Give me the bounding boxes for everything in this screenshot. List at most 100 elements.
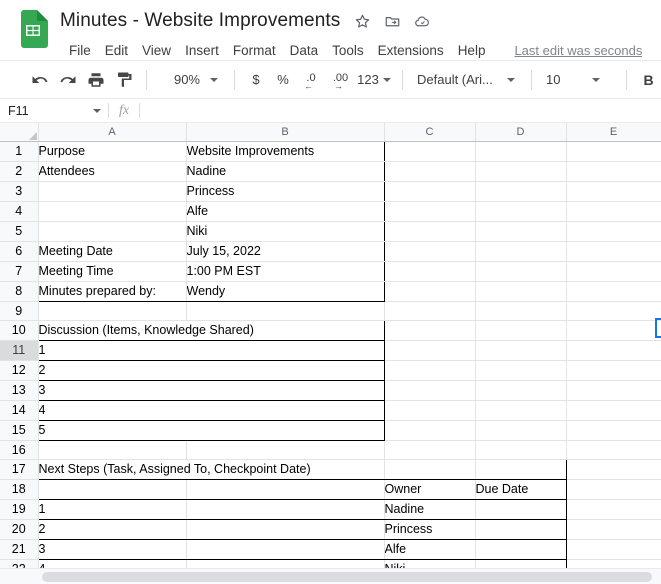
cell-c9[interactable] (384, 301, 476, 321)
cell-e3[interactable] (566, 181, 661, 202)
row-header-12[interactable]: 12 (0, 360, 39, 381)
move-to-folder-icon[interactable] (384, 13, 401, 30)
row-header-1[interactable]: 1 (0, 141, 39, 162)
cell-a4[interactable] (37, 201, 187, 222)
cell-d10[interactable] (475, 320, 567, 341)
row-header-9[interactable]: 9 (0, 301, 39, 321)
horizontal-scrollbar[interactable] (0, 568, 661, 584)
undo-button[interactable] (26, 66, 54, 94)
cell-d16[interactable] (475, 440, 567, 460)
cell-c16[interactable] (384, 440, 476, 460)
cell-d12[interactable] (475, 360, 567, 381)
paint-format-button[interactable] (110, 66, 138, 94)
cell-d15[interactable] (475, 420, 567, 441)
cell-d17[interactable] (474, 458, 567, 480)
document-title[interactable]: Minutes - Website Improvements (60, 10, 340, 32)
cell-d6[interactable] (475, 241, 567, 262)
cell-e20[interactable] (566, 519, 661, 540)
spreadsheet-grid[interactable]: A B C D E 1 Purpose Website Improvements… (0, 123, 661, 584)
cell-a9[interactable] (38, 301, 187, 321)
cell-c13[interactable] (384, 380, 476, 401)
select-all-corner[interactable] (0, 123, 39, 142)
cell-a10-discussion-header[interactable]: Discussion (Items, Knowledge Shared) (37, 319, 385, 341)
row-header-20[interactable]: 20 (0, 519, 39, 540)
cell-b1[interactable]: Website Improvements (186, 140, 385, 162)
column-header-b[interactable]: B (186, 123, 385, 142)
cell-e7[interactable] (566, 261, 661, 282)
name-box-dropdown-button[interactable] (86, 99, 108, 122)
column-header-e[interactable]: E (566, 123, 661, 142)
cell-b4[interactable]: Alfe (186, 201, 385, 222)
cell-d11[interactable] (475, 340, 567, 361)
name-box[interactable]: F11 (0, 99, 86, 122)
row-header-6[interactable]: 6 (0, 241, 39, 262)
font-family-select[interactable]: Default (Ari... (411, 67, 499, 93)
bold-button[interactable]: B (635, 66, 661, 93)
cell-e10[interactable] (566, 320, 661, 341)
cell-a21[interactable]: 3 (37, 539, 187, 560)
menu-item-view[interactable]: View (135, 41, 178, 60)
row-header-18[interactable]: 18 (0, 479, 39, 500)
cell-c7[interactable] (384, 261, 476, 282)
row-header-13[interactable]: 13 (0, 380, 39, 401)
formula-input[interactable] (140, 99, 661, 122)
cell-c4[interactable] (384, 201, 476, 222)
cell-a1[interactable]: Purpose (37, 140, 187, 162)
column-header-a[interactable]: A (38, 123, 187, 142)
cell-c15[interactable] (384, 420, 476, 441)
cell-d8[interactable] (475, 281, 567, 302)
zoom-dropdown-button[interactable] (202, 67, 226, 93)
cell-b20[interactable] (185, 519, 385, 540)
cell-e6[interactable] (566, 241, 661, 262)
cell-b3[interactable]: Princess (186, 181, 385, 202)
cell-a14[interactable]: 4 (37, 400, 385, 421)
cell-b19[interactable] (185, 499, 385, 520)
font-size-select[interactable]: 10 (540, 67, 574, 93)
star-icon[interactable] (354, 13, 371, 30)
row-header-14[interactable]: 14 (0, 400, 39, 421)
cell-b16[interactable] (186, 440, 385, 460)
cell-b5[interactable]: Niki (186, 221, 385, 242)
last-edit-status[interactable]: Last edit was seconds (514, 43, 642, 58)
cell-a17-next-steps-header[interactable]: Next Steps (Task, Assigned To, Checkpoin… (37, 458, 385, 480)
cell-e9[interactable] (566, 301, 661, 321)
cell-a19[interactable]: 1 (37, 499, 187, 520)
cell-a11[interactable]: 1 (37, 340, 385, 361)
font-size-dropdown-button[interactable] (574, 67, 618, 93)
cell-c11[interactable] (384, 340, 476, 361)
cell-c1[interactable] (384, 141, 476, 162)
cell-b7[interactable]: 1:00 PM EST (186, 260, 385, 282)
cell-e4[interactable] (566, 201, 661, 222)
cell-e14[interactable] (566, 400, 661, 421)
row-header-8[interactable]: 8 (0, 281, 39, 302)
menu-item-data[interactable]: Data (283, 41, 326, 60)
font-family-dropdown-button[interactable] (499, 67, 523, 93)
cell-c20[interactable]: Princess (383, 519, 476, 540)
row-header-21[interactable]: 21 (0, 539, 39, 560)
cell-b2[interactable]: Nadine (186, 160, 385, 182)
cell-e19[interactable] (566, 499, 661, 520)
cell-a18[interactable] (37, 479, 187, 500)
cell-e5[interactable] (566, 221, 661, 242)
number-format-button[interactable]: 123 (356, 67, 380, 93)
redo-button[interactable] (54, 66, 82, 94)
cell-e8[interactable] (566, 281, 661, 302)
horizontal-scrollbar-thumb[interactable] (42, 572, 652, 582)
cell-b9[interactable] (186, 301, 385, 321)
cell-a20[interactable]: 2 (37, 519, 187, 540)
cell-e17[interactable] (566, 459, 661, 480)
cell-a13[interactable]: 3 (37, 380, 385, 401)
column-header-d[interactable]: D (475, 123, 567, 142)
print-button[interactable] (82, 66, 110, 94)
decrease-decimal-button[interactable]: .0 ← (297, 66, 325, 94)
cell-d5[interactable] (475, 221, 567, 242)
cell-b6[interactable]: July 15, 2022 (186, 240, 385, 262)
row-header-2[interactable]: 2 (0, 161, 39, 182)
cell-e21[interactable] (566, 539, 661, 560)
cell-a7[interactable]: Meeting Time (37, 260, 187, 282)
row-header-4[interactable]: 4 (0, 201, 39, 222)
cell-d1[interactable] (475, 141, 567, 162)
cell-d2[interactable] (475, 161, 567, 182)
row-header-16[interactable]: 16 (0, 440, 39, 460)
cell-a3[interactable] (37, 181, 187, 202)
